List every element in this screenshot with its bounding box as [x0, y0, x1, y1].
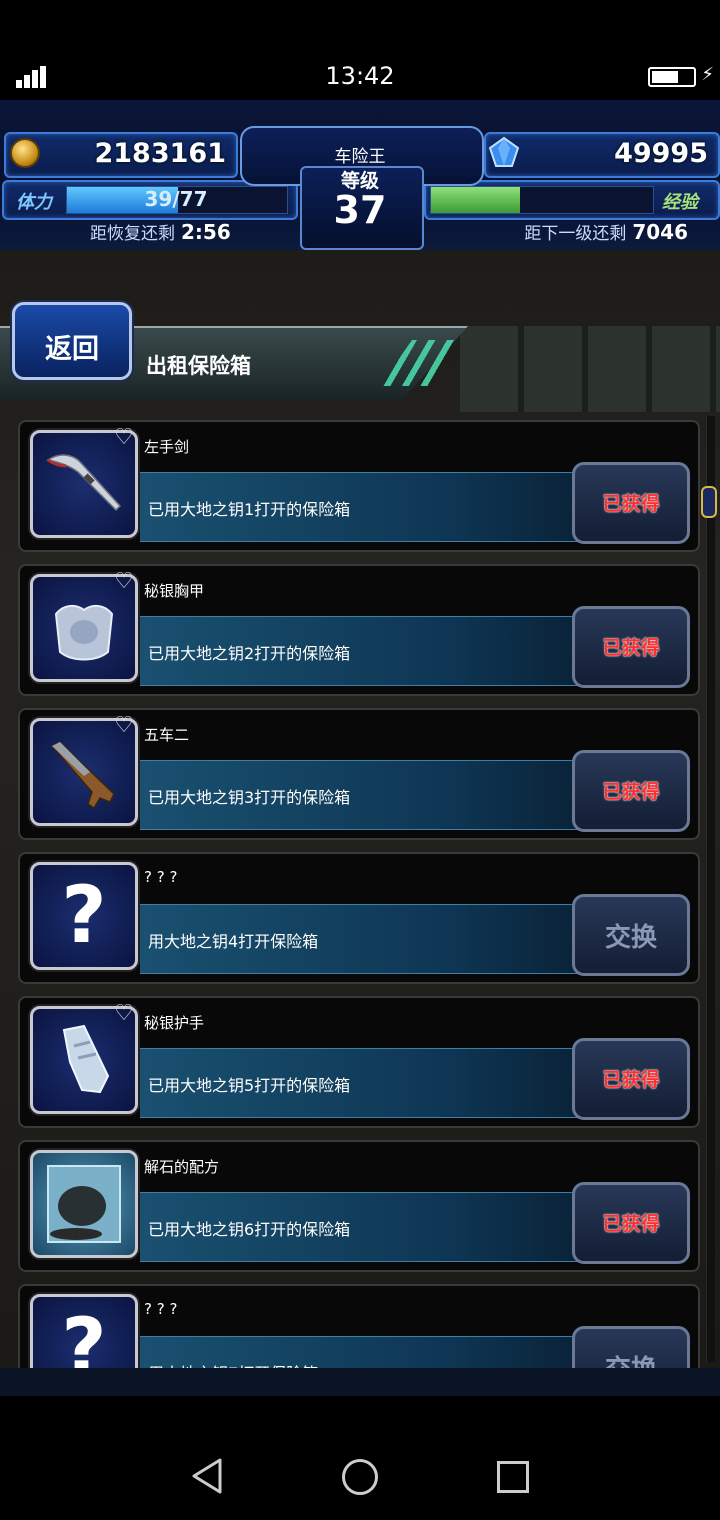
gem-amount: 49995 — [614, 138, 708, 169]
exp-label: 经验 — [662, 192, 698, 213]
charging-icon: ⚡ — [701, 64, 714, 85]
wall-decoration — [460, 326, 720, 412]
lapis-gem-icon — [488, 136, 520, 167]
item-name: 秘银护手 — [144, 1014, 205, 1032]
scroll-thumb[interactable] — [701, 486, 717, 518]
list-item[interactable]: ♡ 秘银胸甲 已用大地之钥2打开的保险箱 已获得 — [18, 564, 700, 696]
status-bar: 13:42 ⚡ — [0, 0, 720, 100]
obtained-button[interactable]: 已获得 — [572, 750, 690, 832]
exchange-button[interactable]: 交换 — [572, 894, 690, 976]
item-description: 已用大地之钥1打开的保险箱 — [148, 500, 351, 519]
safe-box-list[interactable]: ♡ 左手剑 已用大地之钥1打开的保险箱 已获得 ♡ 秘银胸甲 已用大地之钥2打开… — [0, 416, 720, 1368]
bottom-band — [0, 1368, 720, 1396]
item-description: 已用大地之钥2打开的保险箱 — [148, 644, 351, 663]
clock: 13:42 — [325, 62, 395, 90]
stamina-label: 体力 — [16, 192, 52, 213]
item-description: 用大地之钥7打开保险箱 — [148, 1360, 318, 1368]
list-item[interactable]: ♡ 五车二 已用大地之钥3打开的保险箱 已获得 — [18, 708, 700, 840]
item-description: 已用大地之钥6打开的保险箱 — [148, 1220, 351, 1239]
item-description: 已用大地之钥3打开的保险箱 — [148, 788, 351, 807]
question-icon: ? — [61, 871, 107, 961]
question-icon: ? — [61, 1303, 107, 1368]
button-label: 已获得 — [602, 781, 660, 803]
page-title: 出租保险箱 — [146, 354, 251, 378]
item-name: 左手剑 — [144, 438, 190, 456]
nav-back-icon[interactable] — [190, 1458, 224, 1494]
list-item[interactable]: ? ? ? ? 用大地之钥4打开保险箱 交换 — [18, 852, 700, 984]
favorite-heart-icon: ♡ — [114, 713, 134, 738]
item-name: 解石的配方 — [144, 1158, 220, 1176]
battery-icon — [648, 67, 696, 87]
nav-home-icon[interactable] — [342, 1459, 378, 1495]
recover-label: 距恢复还剩 — [90, 224, 175, 244]
back-button[interactable]: 返回 — [12, 302, 132, 380]
button-label: 交换 — [604, 923, 657, 953]
next-level-info: 距下一级还剩 7046 — [524, 219, 688, 244]
favorite-heart-icon: ♡ — [114, 1001, 134, 1026]
nav-recents-icon[interactable] — [497, 1461, 529, 1493]
stamina-value: 39/77 — [144, 187, 208, 211]
exp-bar-fill — [431, 187, 520, 213]
button-label: 已获得 — [602, 1213, 660, 1235]
next-level-label: 距下一级还剩 — [524, 224, 627, 244]
recover-timer: 距恢复还剩 2:56 — [90, 219, 231, 244]
item-name: 五车二 — [144, 726, 190, 744]
obtained-button[interactable]: 已获得 — [572, 1182, 690, 1264]
button-label: 交换 — [575, 1349, 687, 1368]
button-label: 已获得 — [602, 637, 660, 659]
list-item[interactable]: ? ? ? ? 用大地之钥7打开保险箱 交换 — [18, 1284, 700, 1368]
recipe-icon — [47, 1165, 121, 1243]
back-button-label: 返回 — [45, 334, 99, 365]
item-description: 用大地之钥4打开保险箱 — [148, 932, 319, 951]
player-name: 车险王 — [334, 147, 386, 167]
item-description: 已用大地之钥5打开的保险箱 — [148, 1076, 351, 1095]
obtained-button[interactable]: 已获得 — [572, 462, 690, 544]
system-nav-bar — [0, 1396, 720, 1520]
button-label: 已获得 — [602, 1069, 660, 1091]
item-name: ? ? ? — [144, 868, 178, 886]
exchange-button[interactable]: 交换 — [572, 1326, 690, 1368]
recover-time: 2:56 — [181, 220, 231, 244]
favorite-heart-icon: ♡ — [114, 425, 134, 450]
obtained-button[interactable]: 已获得 — [572, 1038, 690, 1120]
favorite-heart-icon: ♡ — [114, 569, 134, 594]
button-label: 已获得 — [602, 493, 660, 515]
item-name: 秘银胸甲 — [144, 582, 205, 600]
player-hud: 2183161 49995 体力 39/77 距恢复还剩 2:56 经验 距下一级… — [0, 100, 720, 250]
list-item[interactable]: ♡ 秘银护手 已用大地之钥5打开的保险箱 已获得 — [18, 996, 700, 1128]
list-item[interactable]: 解石的配方 已用大地之钥6打开的保险箱 已获得 — [18, 1140, 700, 1272]
exp-bar — [430, 186, 654, 214]
obtained-button[interactable]: 已获得 — [572, 606, 690, 688]
item-name: ? ? ? — [144, 1300, 178, 1318]
list-item[interactable]: ♡ 左手剑 已用大地之钥1打开的保险箱 已获得 — [18, 420, 700, 552]
next-level-value: 7046 — [632, 220, 688, 244]
list-scrollbar[interactable] — [706, 416, 715, 1362]
level-value: 37 — [333, 188, 387, 232]
gil-coin-icon — [10, 138, 40, 168]
gil-amount: 2183161 — [94, 138, 226, 169]
